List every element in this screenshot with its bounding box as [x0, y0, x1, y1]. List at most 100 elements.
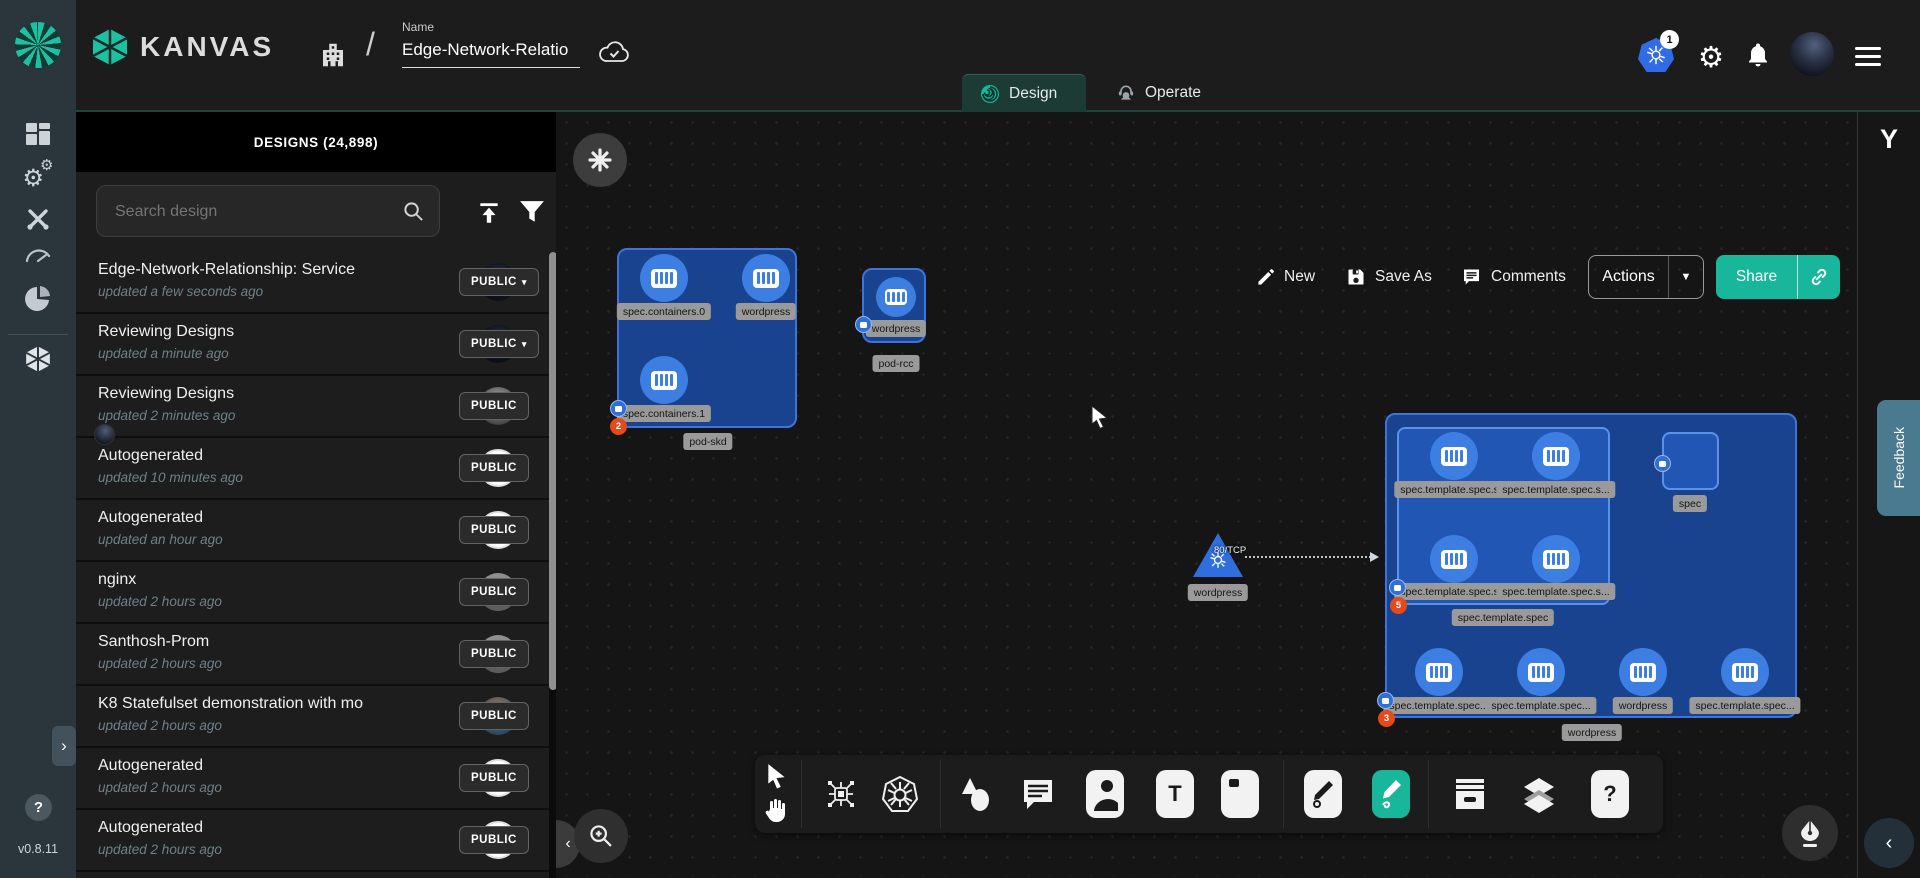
kubernetes-badge-icon[interactable]	[1377, 692, 1394, 709]
visibility-badge[interactable]: PUBLIC	[459, 764, 529, 792]
design-list-item[interactable]: Autogenerated updated 2 hours ago PUBLIC	[76, 748, 556, 810]
filter-designs-icon[interactable]	[519, 200, 545, 224]
service-deployment-edge[interactable]	[1245, 556, 1371, 558]
container-node[interactable]	[1532, 535, 1580, 583]
node-pod-skd[interactable]: spec.containers.0 wordpress spec.contain…	[617, 248, 797, 428]
layer5-logo[interactable]	[15, 22, 61, 68]
brand[interactable]: KANVAS	[92, 28, 274, 66]
hamburger-menu-icon[interactable]	[1855, 42, 1881, 71]
dock-help-tool-icon[interactable]: ?	[1591, 770, 1629, 818]
search-icon[interactable]	[402, 200, 425, 223]
expand-rail-button[interactable]: ›	[52, 726, 76, 766]
lifecycle-gears-icon[interactable]: ⚙⚙	[0, 164, 76, 193]
shapes-tool-icon[interactable]	[957, 776, 993, 812]
extensions-icon[interactable]	[0, 284, 76, 314]
zoom-in-button[interactable]	[574, 809, 628, 863]
container-node[interactable]	[1415, 648, 1463, 696]
kubernetes-badge-icon[interactable]	[1389, 579, 1406, 596]
cursor-tool-icon[interactable]	[765, 763, 789, 789]
notifications-bell-icon[interactable]	[1746, 42, 1770, 68]
feedback-tab[interactable]: Feedback	[1877, 400, 1920, 516]
circuit-components-tool-icon[interactable]	[824, 777, 858, 811]
visibility-badge[interactable]: PUBLIC▾	[459, 330, 539, 358]
design-canvas[interactable]: New Save As Comments Actions ▼ Share	[556, 112, 1857, 878]
container-node[interactable]	[742, 254, 790, 302]
copy-link-icon[interactable]	[1798, 266, 1840, 288]
container-node[interactable]	[1430, 535, 1478, 583]
design-list-item-partial[interactable]	[76, 872, 556, 878]
container-node[interactable]	[876, 277, 916, 317]
design-list-item[interactable]: nginx updated 2 hours ago PUBLIC	[76, 562, 556, 624]
save-as-button[interactable]: Save As	[1346, 260, 1432, 294]
visibility-badge[interactable]: PUBLIC▾	[459, 268, 539, 296]
kubernetes-badge-icon[interactable]	[610, 400, 627, 417]
help-button[interactable]: ?	[25, 794, 52, 821]
design-list-item[interactable]: Reviewing Designs updated 2 minutes ago …	[76, 376, 556, 438]
design-title: nginx	[98, 571, 370, 589]
text-tool-icon[interactable]: T	[1156, 770, 1194, 818]
container-node[interactable]	[1619, 648, 1667, 696]
new-button[interactable]: New	[1256, 260, 1315, 294]
performance-dial-icon[interactable]	[0, 246, 76, 264]
design-list-item[interactable]: Edge-Network-Relationship: Service updat…	[76, 252, 556, 314]
container-node[interactable]	[1721, 648, 1769, 696]
pan-hand-tool-icon[interactable]	[763, 797, 787, 823]
tab-operate[interactable]: Operate	[1098, 74, 1218, 112]
visibility-badge[interactable]: PUBLIC	[459, 640, 529, 668]
design-list-item[interactable]: Autogenerated updated 2 hours ago PUBLIC	[76, 810, 556, 872]
comments-button[interactable]: Comments	[1461, 260, 1566, 294]
header-bar: KANVAS / Name 1 ⚙	[0, 0, 1920, 112]
visibility-badge[interactable]: PUBLIC	[459, 578, 529, 606]
visibility-badge[interactable]: PUBLIC	[459, 702, 529, 730]
design-list-item[interactable]: K8 Statefulset demonstration with mo upd…	[76, 686, 556, 748]
pen-tool-icon[interactable]	[1304, 770, 1342, 818]
kanvas-rail-icon[interactable]	[0, 344, 76, 374]
error-count-badge[interactable]: 5	[1390, 597, 1407, 614]
snowflake-button[interactable]	[573, 133, 627, 187]
relationship-y-icon[interactable]: Y	[1858, 124, 1920, 155]
actions-caret-icon[interactable]: ▼	[1669, 271, 1703, 283]
container-node[interactable]	[1532, 432, 1580, 480]
pen-nib-button[interactable]	[1782, 805, 1838, 861]
error-count-badge[interactable]: 2	[610, 418, 627, 435]
organization-icon[interactable]	[318, 40, 348, 70]
node-spec-template-spec[interactable]: spec.template.spec.s... spec.template.sp…	[1397, 427, 1610, 605]
kubernetes-tool-icon[interactable]	[880, 774, 920, 814]
drawer-tool-icon[interactable]	[1451, 775, 1489, 813]
design-list-item[interactable]: Reviewing Designs updated a minute ago P…	[76, 314, 556, 376]
dashboard-icon[interactable]	[0, 122, 76, 146]
upload-design-icon[interactable]	[476, 200, 502, 226]
settings-gear-icon[interactable]: ⚙	[1698, 40, 1724, 75]
design-list-item[interactable]: Autogenerated updated 10 minutes ago PUB…	[76, 438, 556, 500]
node-deployment-wordpress[interactable]: spec.template.spec.s... spec.template.sp…	[1385, 413, 1797, 718]
note-tool-icon[interactable]	[1221, 770, 1259, 818]
freehand-draw-tool-icon[interactable]	[1372, 770, 1410, 818]
container-node[interactable]	[640, 356, 688, 404]
design-name-input[interactable]	[402, 40, 580, 68]
error-count-badge[interactable]: 3	[1378, 710, 1395, 727]
container-node[interactable]	[640, 254, 688, 302]
layers-tool-icon[interactable]	[1520, 775, 1558, 813]
node-spec[interactable]	[1662, 432, 1719, 490]
kubernetes-badge-icon[interactable]	[1654, 455, 1671, 472]
media-tool-icon[interactable]	[1086, 770, 1124, 818]
user-avatar[interactable]	[1790, 32, 1834, 76]
node-pod-rcc[interactable]: wordpress pod-rcc	[862, 268, 926, 343]
comment-tool-icon[interactable]	[1020, 776, 1056, 812]
configuration-tools-icon[interactable]	[0, 206, 76, 232]
visibility-badge[interactable]: PUBLIC	[459, 516, 529, 544]
container-node[interactable]	[1430, 432, 1478, 480]
visibility-badge[interactable]: PUBLIC	[459, 826, 529, 854]
kubernetes-badge-icon[interactable]	[855, 316, 872, 333]
tab-design[interactable]: Design	[962, 74, 1086, 112]
visibility-badge[interactable]: PUBLIC	[459, 392, 529, 420]
design-list-item[interactable]: Autogenerated updated an hour ago PUBLIC	[76, 500, 556, 562]
design-list-item[interactable]: Santhosh-Prom updated 2 hours ago PUBLIC	[76, 624, 556, 686]
container-node[interactable]	[1517, 648, 1565, 696]
kubernetes-context-icon[interactable]: 1	[1638, 38, 1674, 72]
design-search-input[interactable]	[113, 186, 397, 238]
actions-button[interactable]: Actions ▼	[1588, 255, 1704, 299]
visibility-badge[interactable]: PUBLIC	[459, 454, 529, 482]
collapse-right-chevron[interactable]: ‹	[1864, 818, 1914, 868]
share-button[interactable]: Share	[1716, 255, 1840, 299]
